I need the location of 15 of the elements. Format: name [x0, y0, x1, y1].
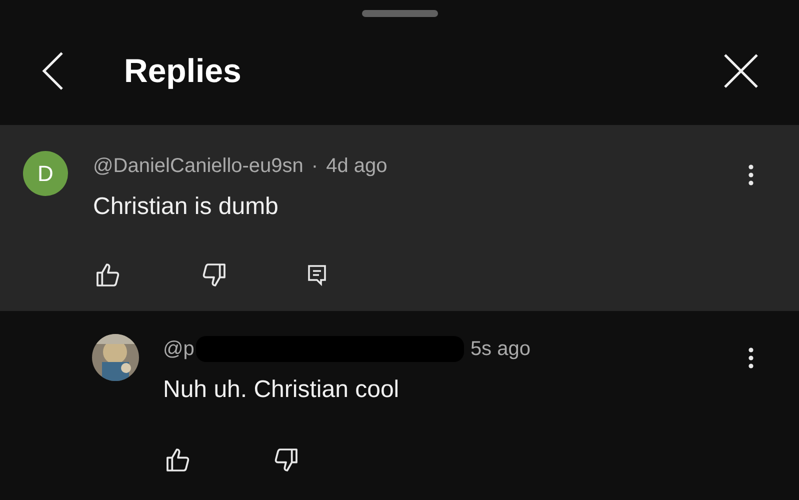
- back-icon[interactable]: [40, 51, 66, 91]
- reply-icon[interactable]: [305, 262, 329, 288]
- author-name[interactable]: @DanielCaniello-eu9sn: [93, 151, 304, 181]
- more-icon[interactable]: [747, 346, 755, 370]
- more-icon[interactable]: [747, 163, 755, 187]
- comment-text: Nuh uh. Christian cool: [163, 375, 400, 405]
- comment-text: Christian is dumb: [93, 192, 280, 222]
- close-icon[interactable]: [723, 53, 759, 89]
- drag-handle[interactable]: [362, 10, 438, 17]
- avatar: D: [23, 151, 68, 196]
- author-name[interactable]: @p: [163, 334, 194, 364]
- separator-dot: ·: [311, 154, 318, 179]
- page-title: Replies: [124, 51, 242, 92]
- timestamp: 5s ago: [470, 337, 530, 362]
- timestamp: 4d ago: [326, 154, 388, 179]
